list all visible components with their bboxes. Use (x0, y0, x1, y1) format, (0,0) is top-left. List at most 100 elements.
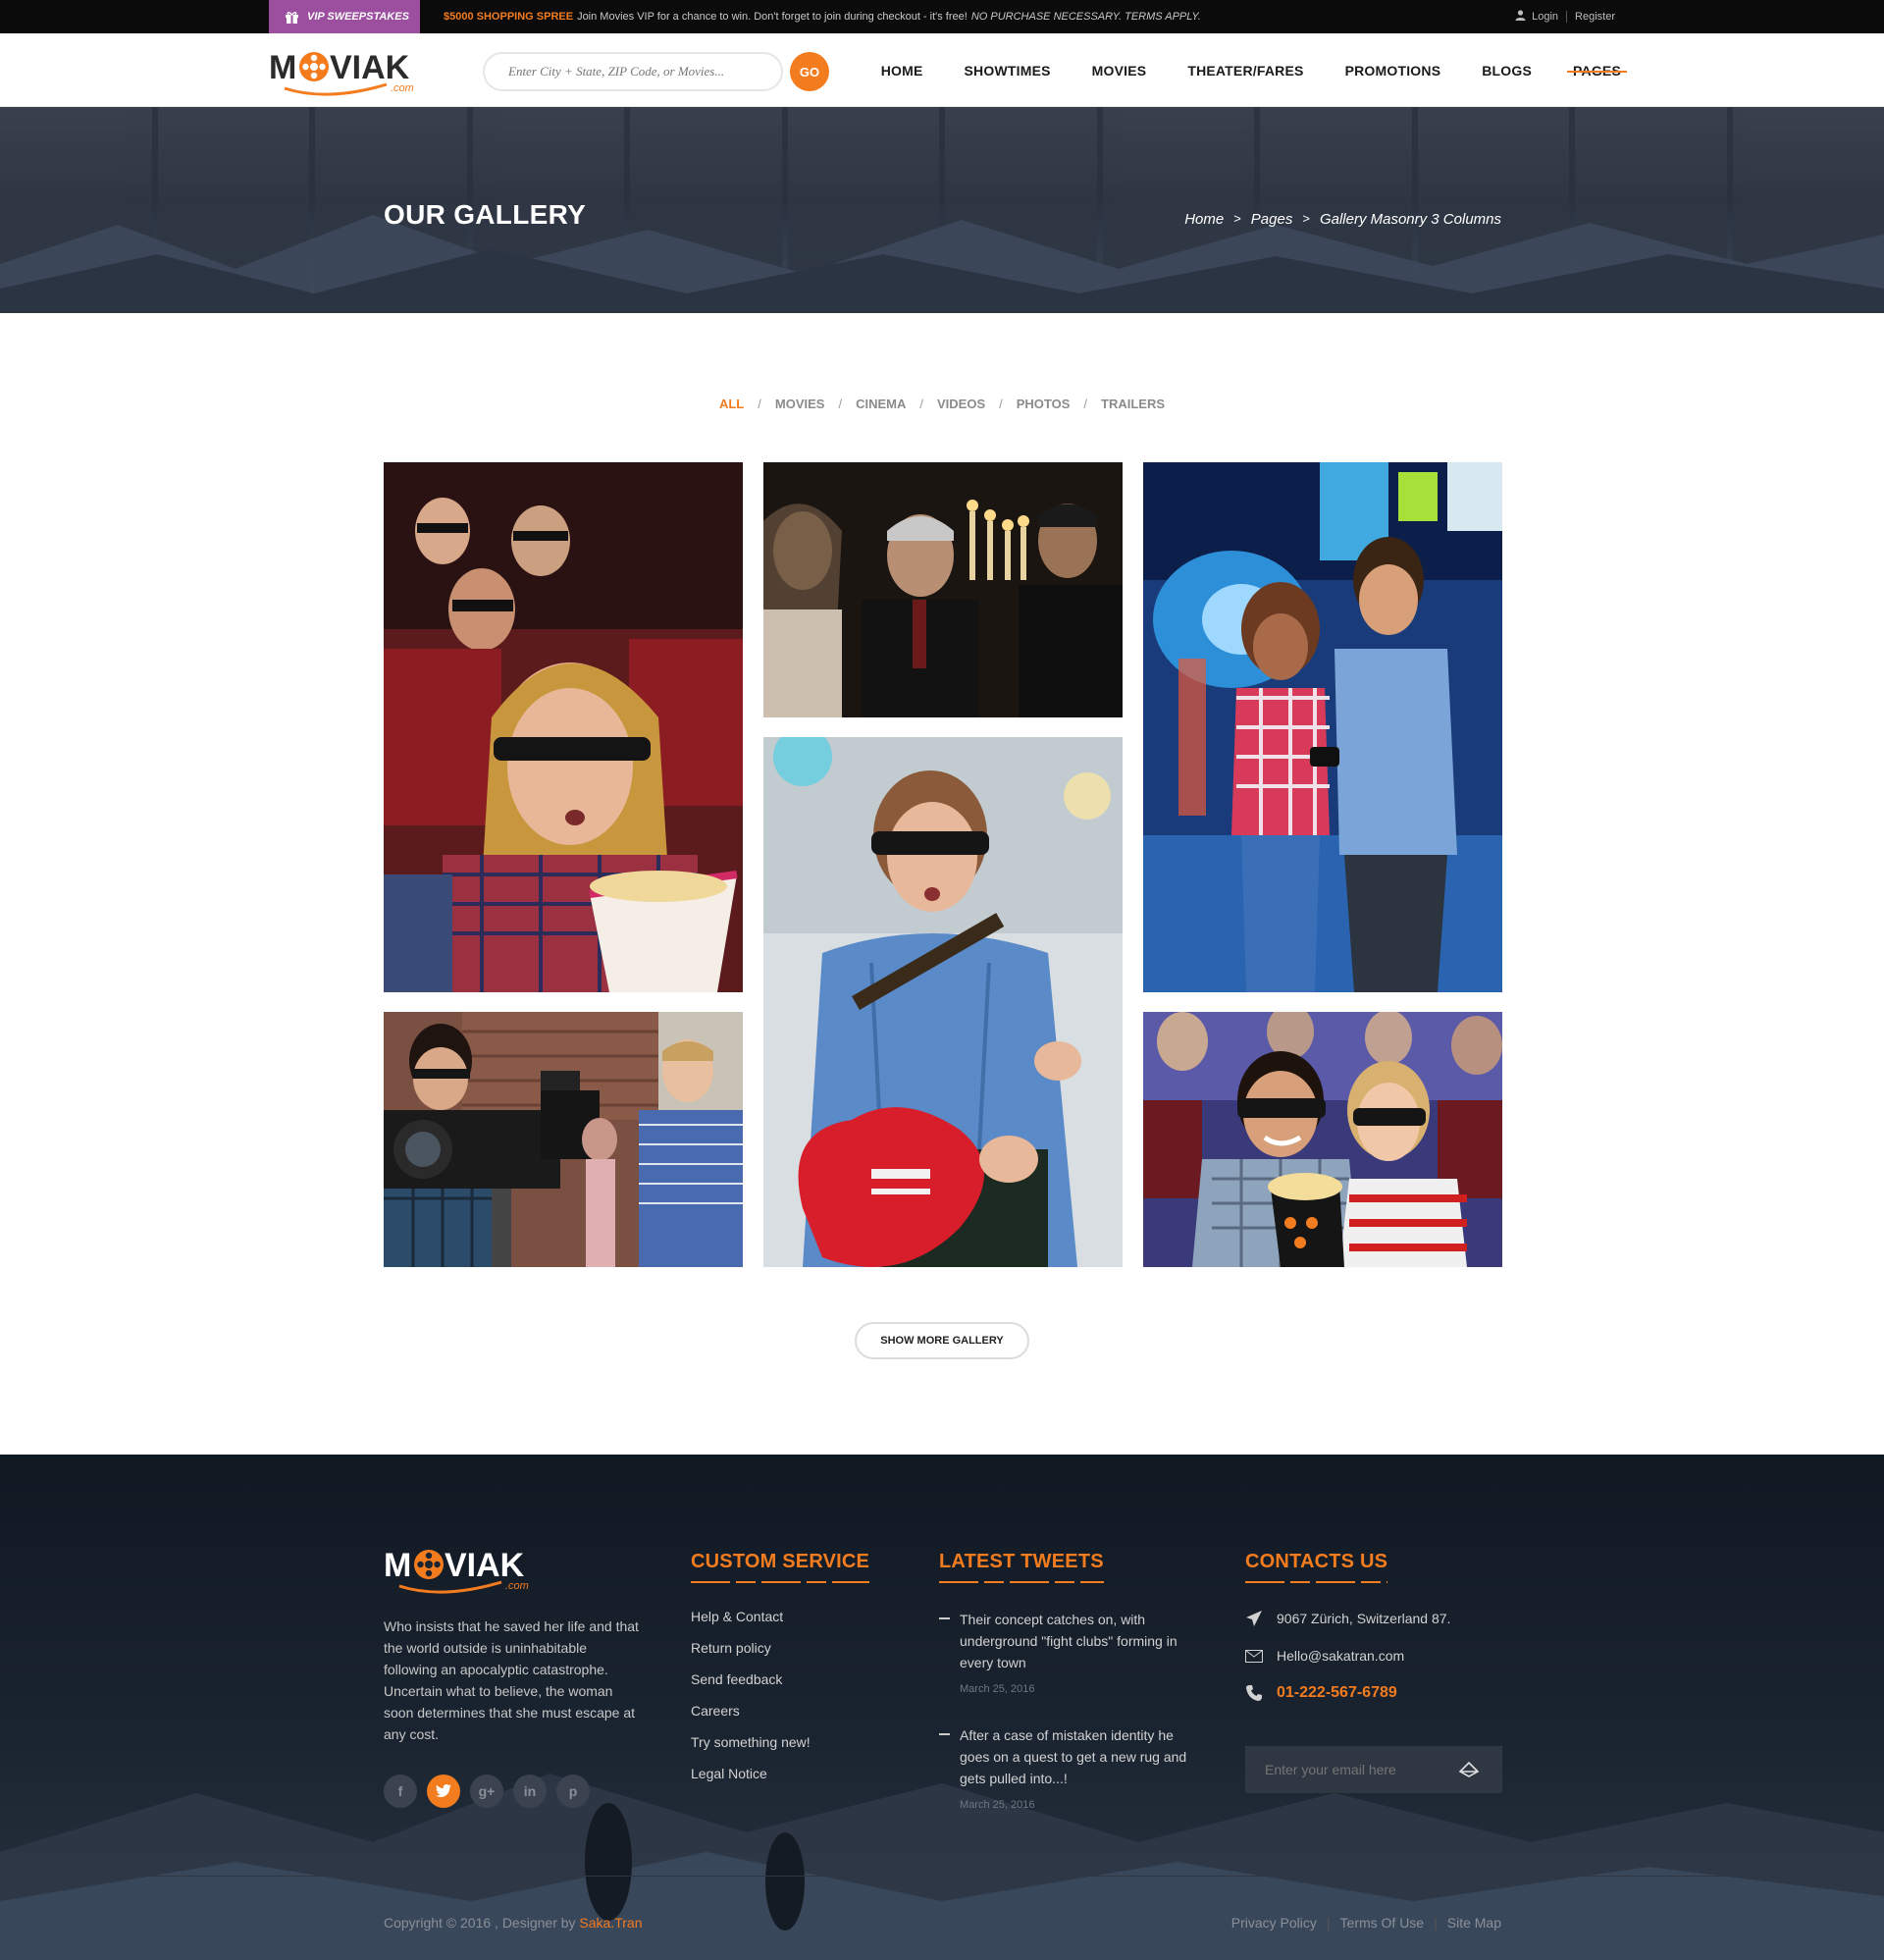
tweet-item[interactable]: Their concept catches on, with undergrou… (939, 1609, 1194, 1695)
tweet-item[interactable]: After a case of mistaken identity he goe… (939, 1724, 1194, 1811)
heading-underline (939, 1581, 1104, 1583)
filter-separator: / (1083, 397, 1088, 411)
google-plus-icon[interactable]: g+ (470, 1775, 503, 1808)
show-more-gallery-button[interactable]: SHOW MORE GALLERY (855, 1322, 1029, 1359)
gallery-item-couple-3d-glasses[interactable] (1143, 1012, 1502, 1267)
contacts-title: CONTACTS US (1245, 1551, 1388, 1572)
footer-logo[interactable]: M VIAK .com (384, 1543, 541, 1596)
top-bar: VIP SWEEPSTAKES $5000 SHOPPING SPREE Joi… (0, 0, 1884, 33)
svg-text:.com: .com (505, 1580, 529, 1592)
promo-highlight: $5000 SHOPPING SPREE (444, 11, 574, 23)
gallery-item-film-crew[interactable] (384, 1012, 743, 1267)
auth-divider (1566, 11, 1568, 23)
promo-note: NO PURCHASE NECESSARY. TERMS APPLY. (970, 11, 1201, 23)
pinterest-icon[interactable]: p (556, 1775, 590, 1808)
svg-text:M: M (269, 49, 296, 86)
nav-showtimes[interactable]: SHOWTIMES (965, 63, 1051, 79)
phone-text: 01-222-567-6789 (1277, 1684, 1397, 1701)
gallery-filter: ALL / MOVIES / CINEMA / VIDEOS / PHOTOS … (0, 397, 1884, 411)
heading-underline (691, 1581, 870, 1583)
tweet-text: After a case of mistaken identity he goe… (960, 1727, 1187, 1786)
facebook-icon[interactable]: f (384, 1775, 417, 1808)
breadcrumb-separator: > (1302, 211, 1310, 226)
main-nav: HOME SHOWTIMES MOVIES THEATER/FARES PROM… (881, 33, 1627, 107)
user-icon (1515, 10, 1526, 24)
site-map-link[interactable]: Site Map (1447, 1915, 1501, 1931)
promo-text: Join Movies VIP for a chance to win. Don… (577, 11, 968, 23)
contact-info: 9067 Zürich, Switzerland 87. Hello@sakat… (1245, 1610, 1450, 1702)
twitter-icon[interactable] (427, 1775, 460, 1808)
tweet-date: March 25, 2016 (960, 1683, 1035, 1695)
link-careers[interactable]: Careers (691, 1703, 811, 1719)
gallery-item-couple-arcade[interactable] (1143, 462, 1502, 992)
legal-separator: | (1326, 1915, 1331, 1931)
linkedin-icon[interactable]: in (513, 1775, 547, 1808)
filter-separator: / (919, 397, 923, 411)
contact-phone[interactable]: 01-222-567-6789 (1245, 1684, 1450, 1702)
filter-all[interactable]: ALL (719, 397, 744, 411)
tweet-text: Their concept catches on, with undergrou… (960, 1612, 1178, 1670)
gallery-item-guitarist[interactable] (763, 737, 1123, 1267)
register-link[interactable]: Register (1575, 11, 1615, 23)
footer-divider (0, 1876, 1884, 1877)
link-send-feedback[interactable]: Send feedback (691, 1671, 811, 1687)
site-footer: M VIAK .com Who insists that he saved he… (0, 1455, 1884, 1960)
envelope-icon (1245, 1647, 1263, 1665)
tweet-dash (939, 1733, 950, 1735)
link-help-contact[interactable]: Help & Contact (691, 1609, 811, 1624)
newsletter-send-icon[interactable] (1458, 1758, 1480, 1779)
link-legal-notice[interactable]: Legal Notice (691, 1766, 811, 1781)
heading-underline (1245, 1581, 1388, 1583)
page-title: OUR GALLERY (384, 199, 587, 230)
nav-blogs[interactable]: BLOGS (1482, 63, 1532, 79)
breadcrumb-pages[interactable]: Pages (1251, 211, 1293, 228)
address-text: 9067 Zürich, Switzerland 87. (1277, 1611, 1451, 1626)
nav-movies[interactable]: MOVIES (1092, 63, 1147, 79)
filter-trailers[interactable]: TRAILERS (1101, 397, 1165, 411)
paper-plane-icon (1245, 1610, 1263, 1627)
filter-cinema[interactable]: CINEMA (856, 397, 906, 411)
custom-service-title: CUSTOM SERVICE (691, 1551, 870, 1572)
nav-pages[interactable]: PAGES (1567, 63, 1627, 79)
tweet-dash (939, 1617, 950, 1619)
gallery-item-movie-scene[interactable] (763, 462, 1123, 717)
vip-label: VIP SWEEPSTAKES (307, 11, 409, 23)
tweet-date: March 25, 2016 (960, 1799, 1035, 1811)
latest-tweets-title: LATEST TWEETS (939, 1551, 1104, 1572)
designer-link[interactable]: Saka.Tran (579, 1915, 642, 1931)
filter-videos[interactable]: VIDEOS (937, 397, 985, 411)
login-label: Login (1532, 11, 1559, 23)
filter-photos[interactable]: PHOTOS (1017, 397, 1071, 411)
nav-theater-fares[interactable]: THEATER/FARES (1187, 63, 1303, 79)
link-try-something-new[interactable]: Try something new! (691, 1734, 811, 1750)
breadcrumb-separator: > (1233, 211, 1241, 226)
search-input[interactable] (483, 52, 783, 91)
social-links: f g+ in p (384, 1775, 590, 1808)
nav-promotions[interactable]: PROMOTIONS (1345, 63, 1441, 79)
link-return-policy[interactable]: Return policy (691, 1640, 811, 1656)
filter-movies[interactable]: MOVIES (775, 397, 825, 411)
breadcrumb-home[interactable]: Home (1184, 211, 1224, 228)
svg-text:VIAK: VIAK (330, 49, 410, 86)
latest-tweets-heading: LATEST TWEETS (939, 1551, 1104, 1583)
breadcrumb-current: Gallery Masonry 3 Columns (1319, 211, 1501, 228)
site-logo[interactable]: M VIAK .com (269, 45, 426, 98)
nav-home[interactable]: HOME (881, 63, 923, 79)
gallery-item-woman-3d-glasses[interactable] (384, 462, 743, 992)
privacy-policy-link[interactable]: Privacy Policy (1231, 1915, 1317, 1931)
vip-sweepstakes-badge[interactable]: VIP SWEEPSTAKES (269, 0, 420, 33)
gift-icon (285, 10, 299, 25)
footer-description: Who insists that he saved her life and t… (384, 1618, 639, 1742)
filter-separator: / (999, 397, 1003, 411)
site-header: M VIAK .com GO HOME SHOWTIMES MOVIES THE… (0, 33, 1884, 107)
page-hero: OUR GALLERY Home > Pages > Gallery Mason… (0, 107, 1884, 313)
breadcrumb: Home > Pages > Gallery Masonry 3 Columns (1184, 211, 1501, 228)
phone-icon (1245, 1684, 1263, 1702)
search-go-button[interactable]: GO (790, 52, 829, 91)
contact-email[interactable]: Hello@sakatran.com (1245, 1647, 1450, 1665)
custom-service-heading: CUSTOM SERVICE (691, 1551, 870, 1583)
copyright: Copyright © 2016 , Designer by Saka.Tran (384, 1915, 643, 1931)
legal-links: Privacy Policy | Terms Of Use | Site Map (1231, 1915, 1501, 1931)
login-link[interactable]: Login (1515, 10, 1558, 24)
terms-of-use-link[interactable]: Terms Of Use (1340, 1915, 1425, 1931)
